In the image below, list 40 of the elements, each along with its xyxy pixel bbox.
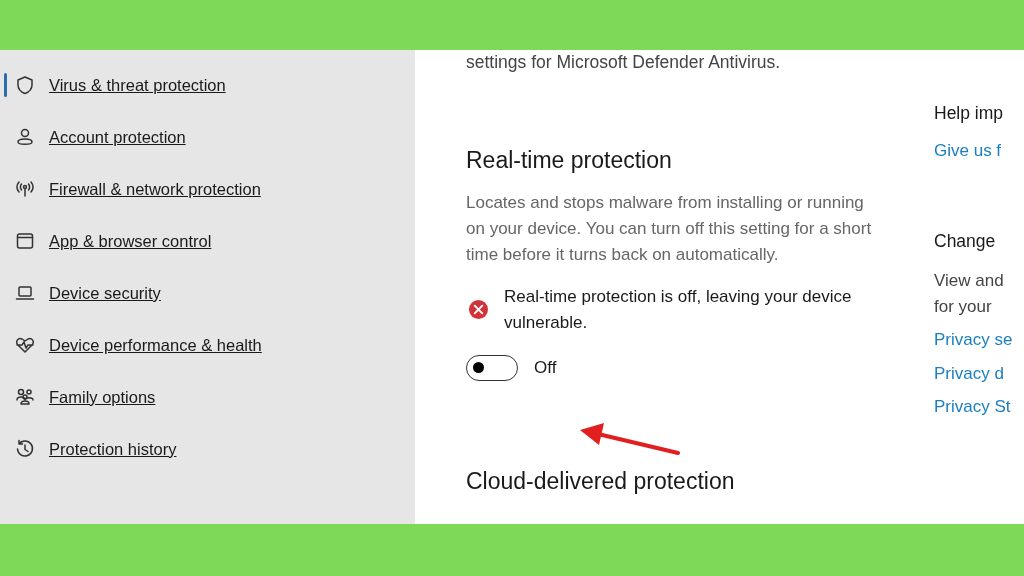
sidebar-label: Family options — [49, 386, 156, 408]
sidebar-item[interactable]: Virus & threat protection — [0, 59, 415, 111]
family-icon — [15, 387, 35, 407]
sidebar-item[interactable]: Firewall & network protection — [0, 163, 415, 215]
panel-text: for your — [934, 295, 993, 318]
laptop-icon — [15, 283, 35, 303]
toggle-switch[interactable] — [466, 354, 518, 381]
sidebar-label: Virus & threat protection — [49, 74, 226, 96]
sidebar-label: Firewall & network protection — [49, 178, 261, 200]
toggle-state-label: Off — [534, 356, 557, 379]
sidebar-item[interactable]: Device performance & health — [0, 319, 415, 371]
sidebar-item[interactable]: Family options — [0, 371, 415, 423]
panel-link[interactable]: Privacy se — [934, 327, 1013, 353]
panel-heading: Change — [934, 229, 997, 253]
window-icon — [15, 231, 35, 251]
section-heading: Cloud-delivered protection — [466, 466, 736, 496]
panel-text: View and — [934, 270, 1005, 292]
panel-link[interactable]: Give us f — [934, 138, 1013, 164]
error-icon — [469, 300, 488, 319]
panel-link[interactable]: Privacy St — [934, 394, 1013, 420]
sidebar-label: Protection history — [49, 438, 177, 460]
sidebar-label: Device performance & health — [49, 334, 262, 356]
sidebar-item[interactable]: Device security — [0, 267, 415, 319]
panel-link[interactable]: Privacy d — [934, 360, 1013, 386]
sidebar-item[interactable]: Account protection — [0, 111, 415, 163]
heart-pulse-icon — [15, 335, 35, 355]
shield-icon — [15, 75, 35, 95]
panel-heading: Help imp — [934, 102, 1005, 125]
sidebar-item[interactable]: App & browser control — [0, 215, 415, 267]
warning-message: Real-time protection is off, leaving your device vulnerable. — [504, 285, 853, 334]
sidebar-item[interactable]: Protection history — [0, 423, 415, 475]
sidebar-label: Account protection — [49, 126, 186, 148]
section-heading: Real-time protection — [466, 146, 673, 175]
intro-text: settings for Microsoft Defender Antivirus. — [466, 51, 782, 74]
sidebar-label: Device security — [49, 282, 161, 304]
section-description: Locates and stops malware from installing or running on your device. You can turn off this setting for a short time before it turns back on automatically. — [466, 191, 873, 266]
antenna-icon — [15, 179, 35, 199]
sidebar-label: App & browser control — [49, 230, 212, 252]
history-icon — [15, 439, 35, 459]
person-icon — [15, 127, 35, 147]
